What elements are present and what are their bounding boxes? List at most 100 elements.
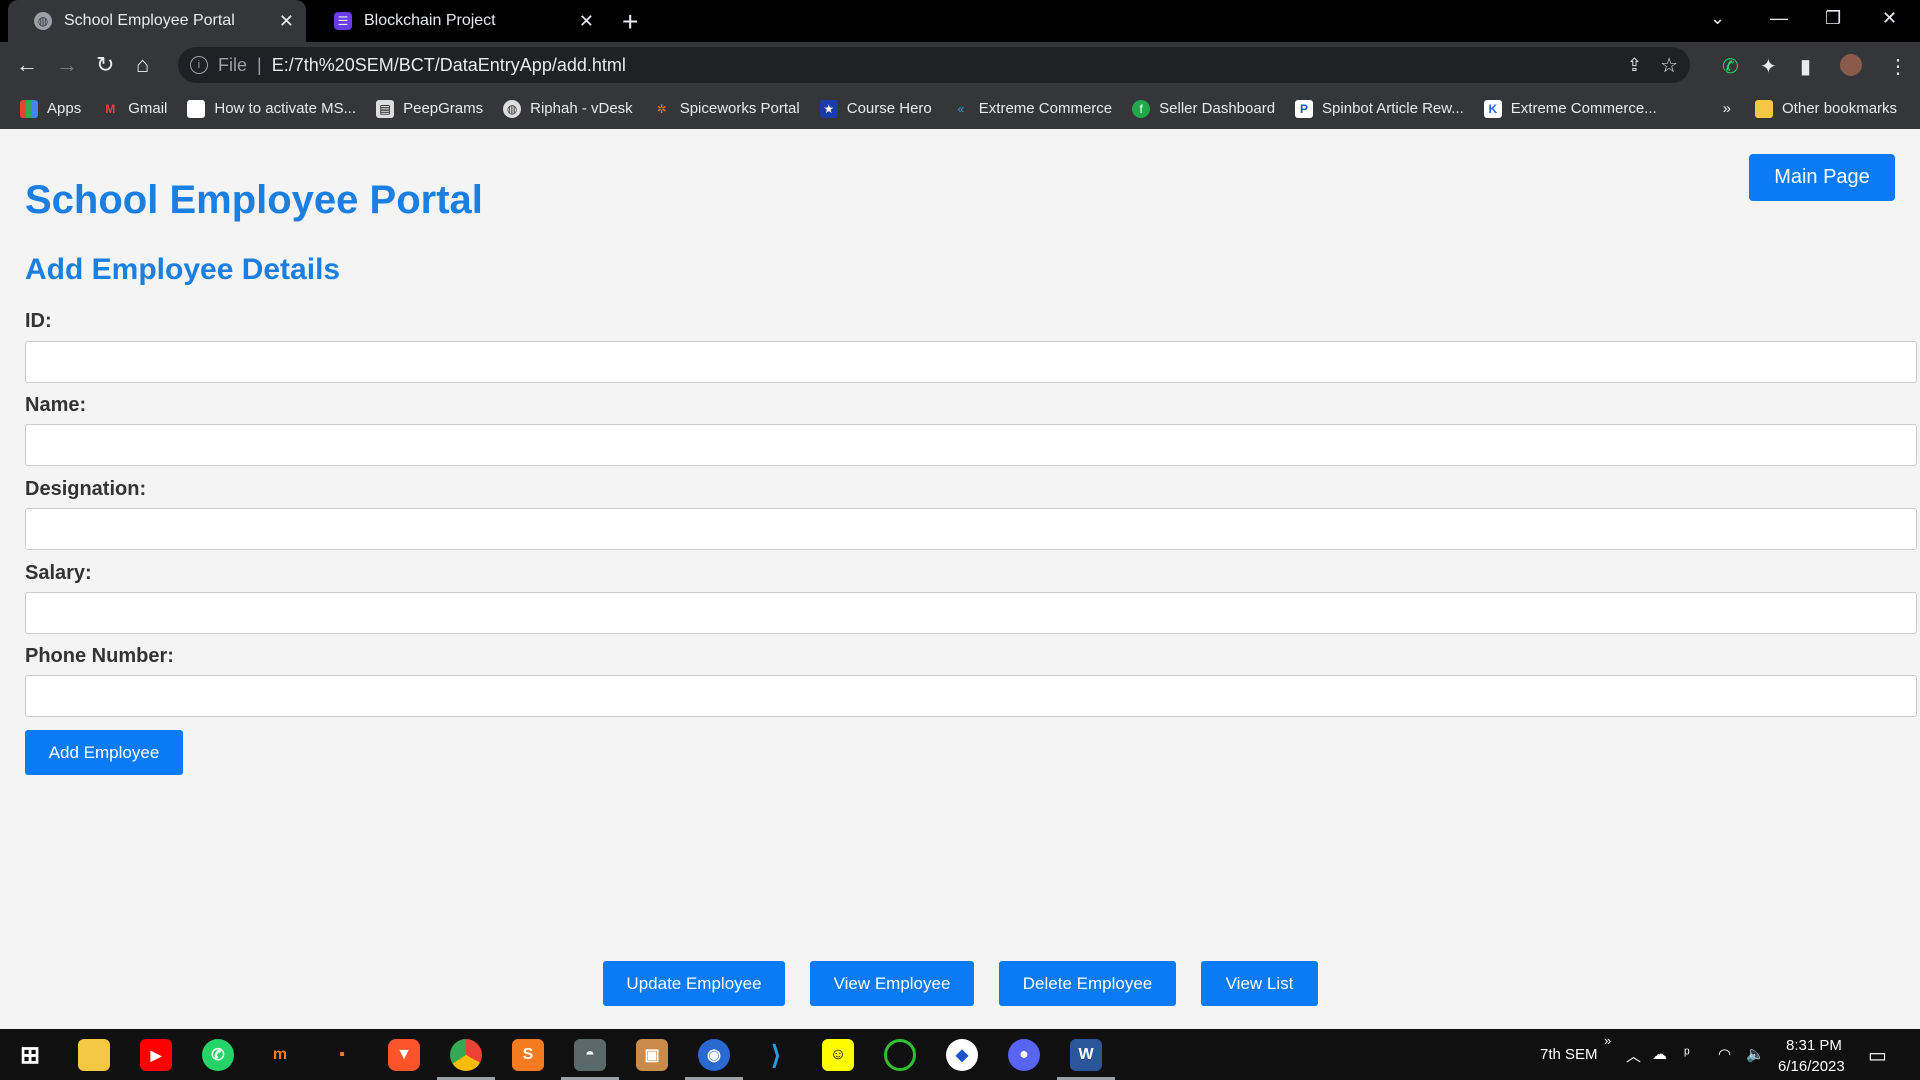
taskbar: ⊞ ▶ ✆ m ▪ ▼ S ◓ ▣ ◉ ⟩ ☺ ◆ ● W 7th SEM » … — [0, 1029, 1920, 1080]
bookmark-coursehero[interactable]: ★ Course Hero — [819, 99, 932, 118]
bookmark-label: Seller Dashboard — [1159, 100, 1276, 117]
list-icon: ☰ — [334, 12, 352, 30]
clock-time[interactable]: 8:31 PM — [1786, 1037, 1842, 1054]
app-icon[interactable] — [884, 1039, 916, 1071]
delete-employee-button[interactable]: Delete Employee — [999, 961, 1176, 1006]
update-employee-button[interactable]: Update Employee — [603, 961, 785, 1006]
wifi-icon[interactable]: ◠ — [1718, 1045, 1731, 1063]
bookmark-riphah[interactable]: ◍ Riphah - vDesk — [503, 99, 633, 118]
new-tab-icon[interactable]: + — [622, 6, 638, 38]
sublime-icon[interactable]: S — [512, 1039, 544, 1071]
tab-school-employee-portal[interactable]: ◍ School Employee Portal ✕ — [8, 0, 306, 42]
snapchat-icon[interactable]: ☺ — [822, 1039, 854, 1071]
share-icon[interactable]: ⇪ — [1627, 55, 1642, 76]
bookmark-spinbot[interactable]: P Spinbot Article Rew... — [1295, 99, 1464, 118]
id-input[interactable] — [25, 341, 1917, 383]
whatsapp-icon[interactable]: ✆ — [202, 1039, 234, 1071]
discord-icon[interactable]: ● — [1008, 1039, 1040, 1071]
bookmark-ms[interactable]: How to activate MS... — [187, 99, 357, 118]
forward-icon[interactable]: → — [56, 52, 78, 78]
box-icon[interactable]: ▣ — [636, 1039, 668, 1071]
id-label: ID: — [25, 310, 52, 332]
bookmark-label: Extreme Commerce — [978, 100, 1113, 117]
name-input[interactable] — [25, 424, 1917, 466]
bookmark-extreme-commerce[interactable]: « Extreme Commerce — [952, 100, 1112, 118]
url-text[interactable]: E:/7th%20SEM/BCT/DataEntryApp/add.html — [272, 55, 626, 76]
brave-icon[interactable]: ▼ — [388, 1039, 420, 1071]
bookmark-peepgrams[interactable]: ▤ PeepGrams — [376, 99, 484, 118]
add-employee-button[interactable]: Add Employee — [25, 730, 183, 775]
close-icon[interactable]: ✕ — [279, 11, 294, 32]
notification-icon[interactable]: ▭ — [1868, 1043, 1887, 1068]
bookmark-spiceworks[interactable]: ✲ Spiceworks Portal — [653, 100, 800, 118]
app-icon[interactable]: ▪ — [326, 1039, 358, 1071]
back-icon[interactable]: ← — [16, 52, 38, 78]
folder-icon — [1755, 99, 1774, 118]
app-icon[interactable]: ◓ — [561, 1039, 619, 1080]
menu-icon[interactable]: ⋮ — [1888, 54, 1908, 79]
tab-search-icon[interactable]: ⌄ — [1710, 8, 1725, 29]
close-window-icon[interactable]: ✕ — [1882, 8, 1897, 29]
close-icon[interactable]: ✕ — [579, 11, 594, 32]
bookmark-label: Spinbot Article Rew... — [1322, 100, 1464, 117]
restore-icon[interactable]: ❐ — [1825, 8, 1841, 29]
gmail-icon: M — [105, 101, 116, 116]
tab-strip: ◍ School Employee Portal ✕ ☰ Blockchain … — [0, 0, 1920, 42]
page-subtitle: Add Employee Details — [25, 253, 341, 286]
view-employee-button[interactable]: View Employee — [810, 961, 974, 1006]
tab-label: School Employee Portal — [64, 12, 235, 29]
chevron-icon[interactable]: » — [1604, 1033, 1611, 1048]
tab-blockchain-project[interactable]: ☰ Blockchain Project ✕ — [308, 0, 606, 42]
file-explorer-icon[interactable] — [78, 1039, 110, 1071]
minimize-icon[interactable]: — — [1770, 8, 1788, 29]
extreme-commerce-icon: K — [1483, 99, 1502, 118]
vscode-icon[interactable]: ⟩ — [760, 1039, 792, 1071]
phone-number-input[interactable] — [25, 675, 1917, 717]
start-icon[interactable]: ⊞ — [14, 1039, 46, 1071]
avatar[interactable] — [1840, 54, 1862, 76]
other-bookmarks[interactable]: Other bookmarks — [1755, 99, 1898, 118]
app-icon[interactable]: ◆ — [946, 1039, 978, 1071]
side-panel-icon[interactable]: ▮ — [1800, 54, 1811, 79]
browser-icon[interactable]: ◉ — [685, 1039, 743, 1080]
whatsapp-extension-icon[interactable]: ✆ — [1722, 54, 1739, 79]
bookmark-label: Course Hero — [846, 100, 932, 117]
clock-date[interactable]: 6/16/2023 — [1778, 1058, 1845, 1075]
designation-input[interactable] — [25, 508, 1917, 550]
salary-input[interactable] — [25, 592, 1917, 634]
moodle-icon[interactable]: m — [264, 1039, 296, 1071]
home-icon[interactable]: ⌂ — [136, 52, 149, 78]
folder-label[interactable]: 7th SEM — [1540, 1046, 1598, 1063]
chrome-icon[interactable] — [437, 1039, 495, 1080]
browser-toolbar: ← → ↻ ⌂ i File | E:/7th%20SEM/BCT/DataEn… — [0, 42, 1920, 88]
youtube-icon[interactable]: ▶ — [140, 1039, 172, 1071]
bookmarks-overflow-button[interactable]: » — [1723, 100, 1731, 117]
word-icon[interactable]: W — [1057, 1039, 1115, 1080]
bookmark-apps[interactable]: Apps — [20, 99, 81, 118]
name-label: Name: — [25, 394, 87, 416]
page-icon — [187, 99, 206, 118]
bookmarks-bar: Apps M Gmail How to activate MS... ▤ PeepG… — [0, 88, 1920, 129]
address-bar[interactable]: i File | E:/7th%20SEM/BCT/DataEntryApp/a… — [178, 47, 1690, 83]
bookmark-label: PeepGrams — [403, 100, 484, 117]
protocol-label: File — [218, 54, 248, 75]
designation-label: Designation: — [25, 478, 147, 500]
apps-grid-icon — [20, 99, 38, 118]
bookmark-label: Other bookmarks — [1782, 100, 1898, 117]
main-page-button[interactable]: Main Page — [1749, 154, 1895, 201]
extensions-icon[interactable]: ✦ — [1760, 54, 1777, 79]
volume-icon[interactable]: 🔈 — [1746, 1045, 1765, 1063]
coursehero-icon: ★ — [819, 99, 838, 118]
bookmark-seller-dashboard[interactable]: f Seller Dashboard — [1132, 99, 1276, 118]
cloud-icon[interactable]: ☁ — [1652, 1045, 1667, 1063]
bookmark-gmail[interactable]: M Gmail — [101, 100, 167, 118]
star-icon[interactable]: ☆ — [1660, 53, 1678, 78]
show-hidden-icon[interactable]: ︿ — [1626, 1045, 1641, 1066]
page-content: School Employee Portal Add Employee Deta… — [0, 129, 1920, 1029]
language-icon[interactable]: ᵖ — [1684, 1045, 1690, 1062]
view-list-button[interactable]: View List — [1201, 961, 1318, 1006]
bookmark-label: How to activate MS... — [214, 100, 357, 117]
info-icon[interactable]: i — [190, 56, 208, 74]
reload-icon[interactable]: ↻ — [96, 52, 114, 78]
bookmark-extreme-commerce-2[interactable]: K Extreme Commerce... — [1483, 99, 1657, 118]
